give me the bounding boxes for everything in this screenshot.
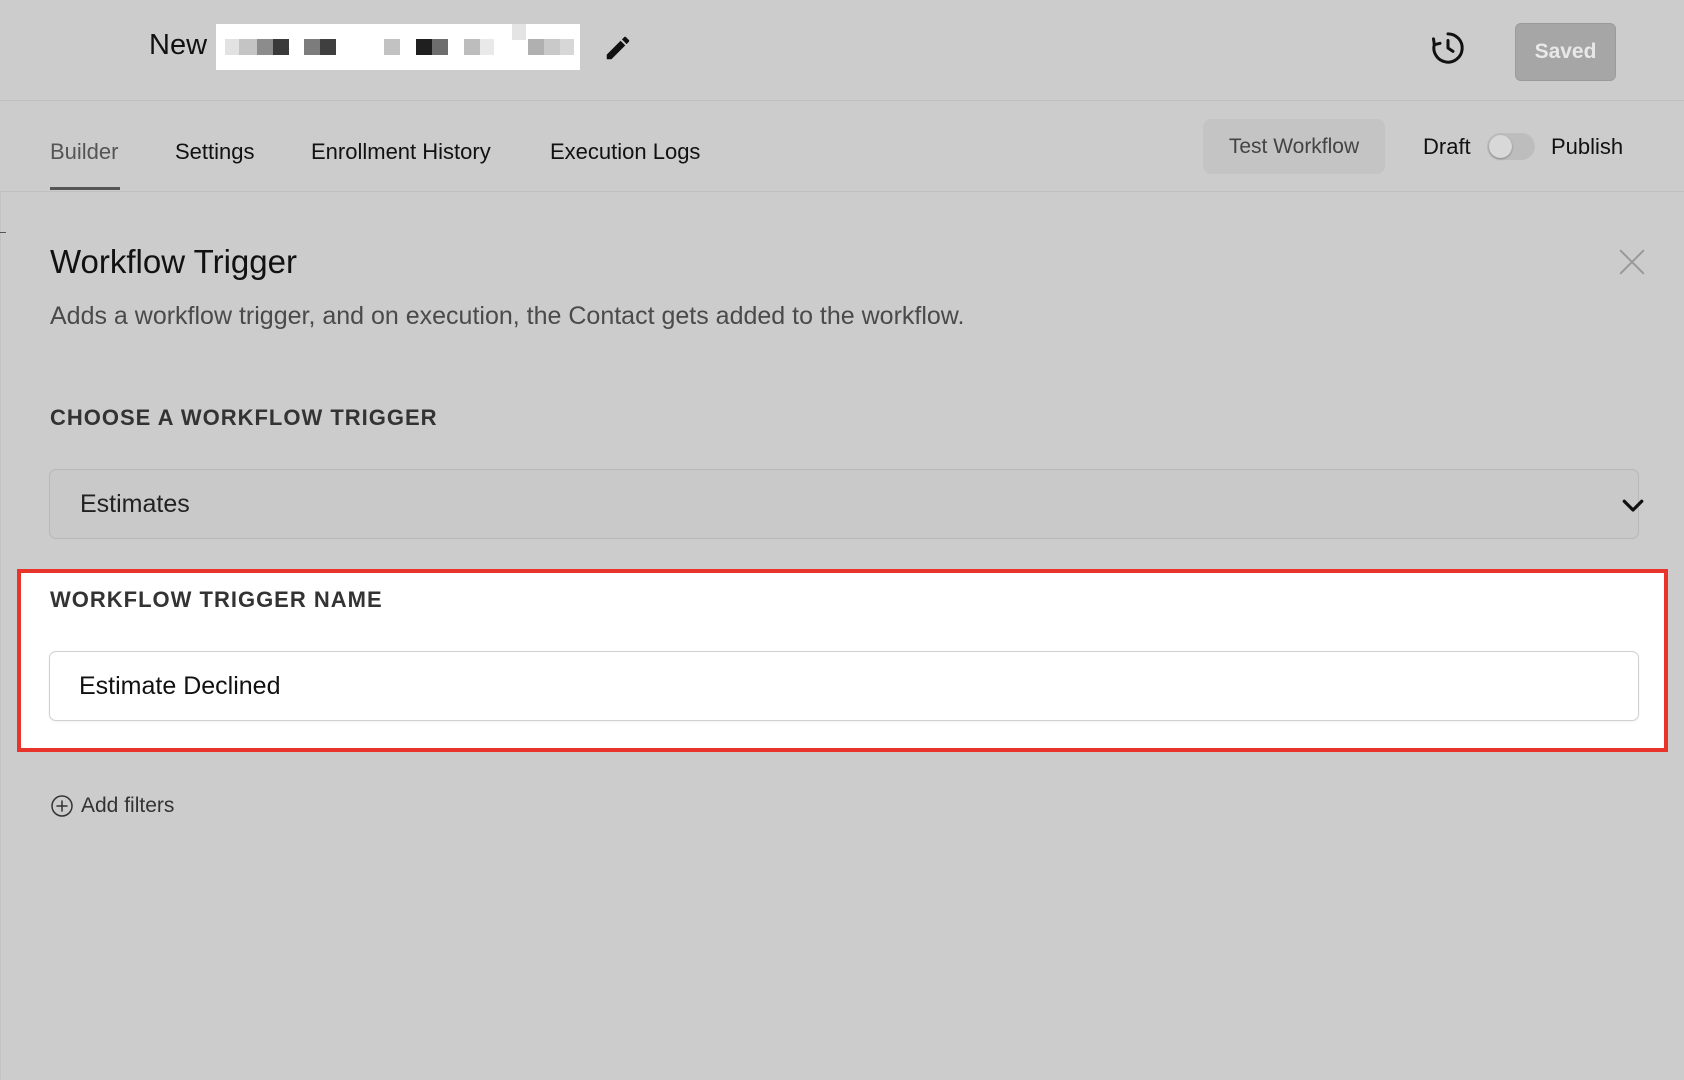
trigger-name-label: WORKFLOW TRIGGER NAME xyxy=(50,587,383,612)
toggle-knob xyxy=(1489,135,1512,158)
tab-settings[interactable]: Settings xyxy=(175,139,255,165)
edit-icon[interactable] xyxy=(603,33,633,63)
publish-toggle[interactable] xyxy=(1487,133,1535,160)
workflow-title: New xyxy=(149,29,208,61)
active-tab-indicator xyxy=(50,187,120,190)
history-icon[interactable] xyxy=(1428,28,1468,68)
trigger-select-value: Estimates xyxy=(80,490,190,518)
choose-trigger-label: CHOOSE A WORKFLOW TRIGGER xyxy=(50,405,438,430)
add-filters-label: Add filters xyxy=(81,794,175,817)
tab-builder[interactable]: Builder xyxy=(50,139,118,165)
panel-description: Adds a workflow trigger, and on executio… xyxy=(50,302,965,330)
redacted-workflow-name xyxy=(216,24,580,70)
trigger-name-input[interactable] xyxy=(49,651,1639,721)
add-filters-button[interactable]: Add filters xyxy=(50,792,174,820)
trigger-select[interactable]: Estimates xyxy=(49,469,1644,539)
workflow-builder-page: New Saved Builder Settings Enrollment Hi… xyxy=(0,0,1684,1080)
canvas-edge xyxy=(0,192,4,1080)
close-icon[interactable] xyxy=(1617,247,1647,277)
test-workflow-button[interactable]: Test Workflow xyxy=(1203,119,1385,174)
tab-enrollment-history[interactable]: Enrollment History xyxy=(311,139,491,165)
publish-label: Publish xyxy=(1551,134,1624,159)
draft-label: Draft xyxy=(1423,134,1471,159)
saved-button[interactable]: Saved xyxy=(1515,23,1616,81)
plus-circle-icon xyxy=(51,795,73,817)
panel-title: Workflow Trigger xyxy=(50,243,297,280)
canvas-edge-marker xyxy=(0,232,6,233)
chevron-down-icon xyxy=(1622,499,1644,512)
tab-execution-logs[interactable]: Execution Logs xyxy=(550,139,700,165)
top-bar: New Saved xyxy=(0,0,1684,101)
